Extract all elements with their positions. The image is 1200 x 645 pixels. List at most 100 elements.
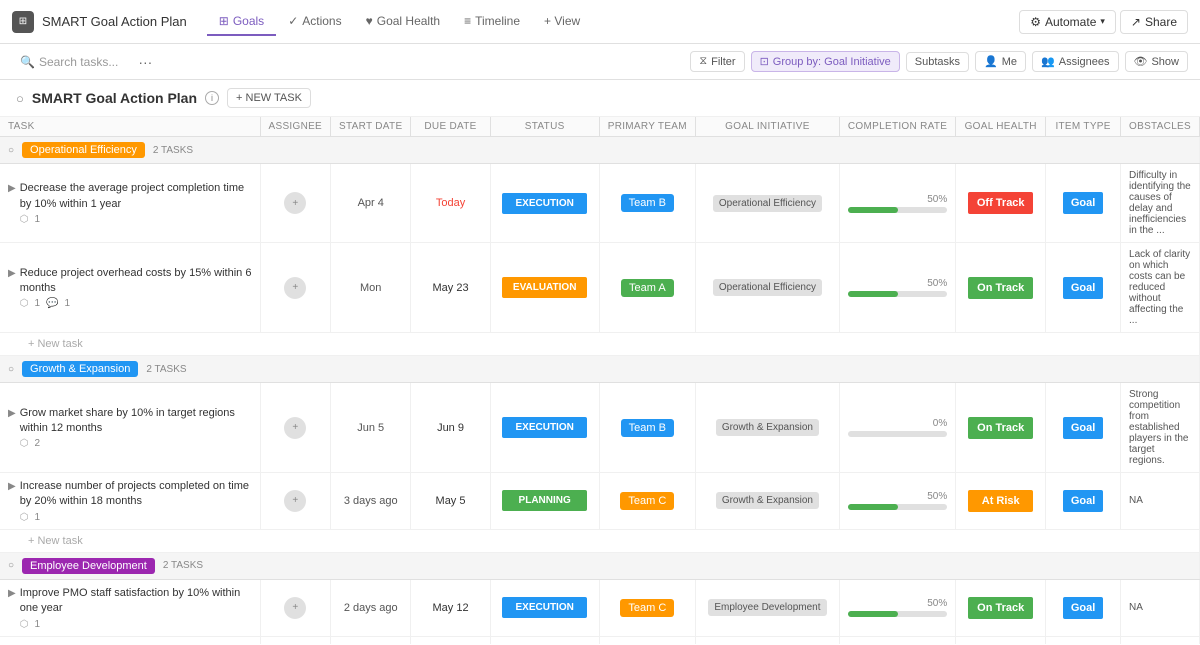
more-options[interactable]: ··· [132,52,158,72]
goal-health-badge: On Track [968,597,1033,619]
task-name[interactable]: Decrease the average project completion … [20,181,252,212]
subtasks-button[interactable]: Subtasks [906,52,969,72]
me-label: Me [1002,56,1017,68]
status-badge[interactable]: PLANNING [502,490,587,511]
subtask-count: 1 [34,298,40,309]
group-badge: Operational Efficiency [22,142,145,158]
task-name[interactable]: Increase participation in development pr… [20,643,252,644]
obstacles-text: Strong competition from established play… [1129,389,1188,466]
due-date: May 23 [432,282,468,294]
progress-bar [848,431,947,437]
subtask-icon: ⬡ [20,619,29,630]
show-button[interactable]: 👁 Show [1125,51,1189,72]
assignees-icon: 👥 [1041,55,1055,68]
group-toggle[interactable]: ○ [8,560,14,571]
col-header-goal: GOAL INITIATIVE [695,117,839,137]
progress-fill [848,611,898,617]
completion-pct: 50% [927,194,947,205]
tab-view[interactable]: + View [532,8,592,36]
item-type-badge: Goal [1063,277,1103,299]
start-date: Jun 5 [357,422,384,434]
tab-goals[interactable]: ⊞ Goals [207,8,276,36]
actions-icon: ✓ [288,14,298,28]
subtask-icon: ⬡ [20,512,29,523]
table-row: ▶ Increase number of projects completed … [0,473,1200,530]
subtask-count: 1 [34,619,40,630]
new-task-button[interactable]: + NEW TASK [227,88,311,108]
automate-icon: ⚙ [1030,15,1041,29]
subtasks-label: Subtasks [915,56,960,68]
assignee-avatar[interactable]: + [284,490,306,512]
obstacles-text: Difficulty in identifying the causes of … [1129,170,1191,236]
subtask-icon: ⬡ [20,298,29,309]
show-label: Show [1151,56,1179,68]
task-name[interactable]: Reduce project overhead costs by 15% wit… [20,266,252,297]
share-button[interactable]: ↗ Share [1120,10,1188,34]
new-task-label[interactable]: + New task [8,338,83,350]
completion-pct: 0% [933,418,947,429]
table-container: TASK ASSIGNEE START DATE DUE DATE STATUS… [0,117,1200,644]
page-icon: ○ [16,91,24,106]
start-date: 2 days ago [344,602,398,614]
assignee-avatar[interactable]: + [284,277,306,299]
item-type-badge: Goal [1063,192,1103,214]
filter-label: Filter [711,56,735,68]
task-count: 2 TASKS [153,145,193,156]
assignees-button[interactable]: 👥 Assignees [1032,51,1118,72]
new-task-row[interactable]: + New task [0,333,1200,356]
tab-goal-health[interactable]: ♥ Goal Health [354,8,453,36]
task-name[interactable]: Grow market share by 10% in target regio… [20,406,252,437]
new-task-row[interactable]: + New task [0,529,1200,552]
group-label: Group by: Goal Initiative [773,56,891,68]
col-header-team: PRIMARY TEAM [599,117,695,137]
assignee-avatar[interactable]: + [284,597,306,619]
subtask-icon: ⬡ [20,438,29,449]
subtask-count: 1 [34,214,40,225]
table-row: ▶ Decrease the average project completio… [0,164,1200,243]
task-name[interactable]: Increase number of projects completed on… [20,479,252,510]
nav-tabs: ⊞ Goals ✓ Actions ♥ Goal Health ≡ Timeli… [207,8,592,36]
expand-icon[interactable]: ▶ [8,268,16,279]
table-row: ▶ Increase participation in development … [0,636,1200,644]
col-header-task: TASK [0,117,260,137]
expand-icon[interactable]: ▶ [8,588,16,599]
info-icon[interactable]: i [205,91,219,105]
completion-pct: 50% [927,278,947,289]
expand-icon[interactable]: ▶ [8,481,16,492]
new-task-label[interactable]: + New task [8,535,83,547]
group-toggle[interactable]: ○ [8,364,14,375]
page-title: SMART Goal Action Plan [32,90,197,106]
me-button[interactable]: 👤 Me [975,51,1026,72]
progress-fill [848,504,898,510]
assignee-avatar[interactable]: + [284,417,306,439]
tab-timeline[interactable]: ≡ Timeline [452,8,532,36]
search-box[interactable]: 🔍 Search tasks... [12,51,126,73]
status-badge[interactable]: EVALUATION [502,277,587,298]
filter-button[interactable]: ⧖ Filter [690,51,744,72]
group-toggle[interactable]: ○ [8,145,14,156]
task-name[interactable]: Improve PMO staff satisfaction by 10% wi… [20,586,252,617]
expand-icon[interactable]: ▶ [8,183,16,194]
app-icon: ⊞ [12,11,34,33]
team-badge: Team A [621,279,674,297]
team-badge: Team C [620,599,674,617]
status-badge[interactable]: EXECUTION [502,417,587,438]
automate-button[interactable]: ⚙ Automate ▾ [1019,10,1116,34]
tab-actions[interactable]: ✓ Actions [276,8,353,36]
subtask-count: 2 [34,438,40,449]
group-by-button[interactable]: ⊡ Group by: Goal Initiative [751,51,900,72]
col-header-due: DUE DATE [411,117,490,137]
status-badge[interactable]: EXECUTION [502,193,587,214]
goal-health-badge: On Track [968,277,1033,299]
comment-icon: 💬 [46,298,58,309]
obstacles-text: NA [1129,495,1143,506]
expand-icon[interactable]: ▶ [8,408,16,419]
status-badge[interactable]: EXECUTION [502,597,587,618]
task-count: 2 TASKS [163,560,203,571]
subtask-icon: ⬡ [20,214,29,225]
due-date: May 12 [432,602,468,614]
group-header-row: ○ Employee Development 2 TASKS [0,552,1200,579]
progress-bar [848,291,947,297]
assignee-avatar[interactable]: + [284,192,306,214]
app-title: SMART Goal Action Plan [42,14,187,29]
